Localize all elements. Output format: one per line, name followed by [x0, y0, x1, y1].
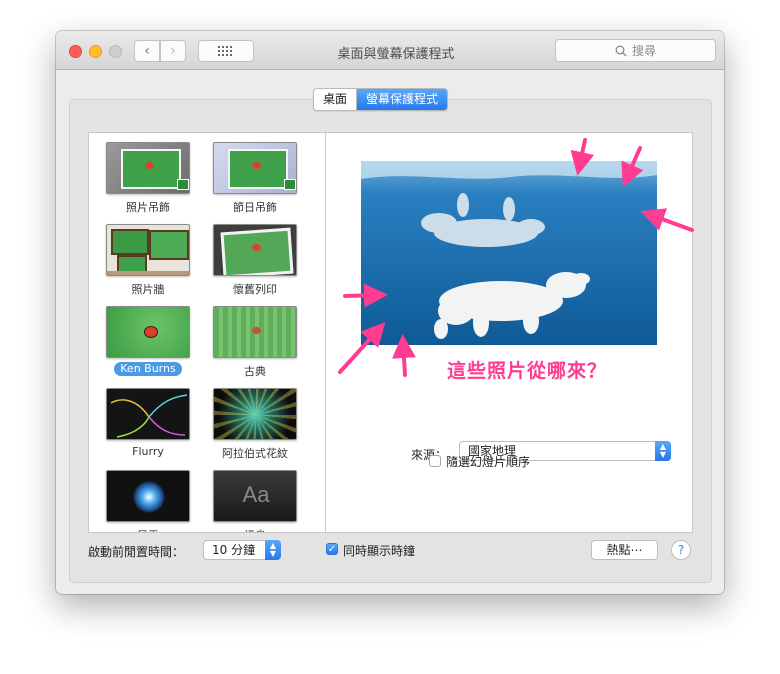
shuffle-checkbox[interactable] [429, 455, 441, 467]
idle-time-value: 10 分鐘 [212, 543, 256, 557]
saver-label: 星雲 [98, 527, 198, 532]
saver-label: 懷舊列印 [233, 283, 277, 296]
chevron-left-icon: ‹ [144, 43, 150, 59]
idle-time-select[interactable]: 10 分鐘 ▲ ▼ [203, 540, 281, 560]
saver-item[interactable]: 照片吊飾 [98, 142, 198, 224]
updown-arrows-icon: ▲ ▼ [265, 540, 281, 560]
help-button[interactable]: ? [671, 540, 691, 560]
search-field[interactable]: 搜尋 [555, 39, 716, 62]
chevron-right-icon: › [170, 43, 176, 59]
saver-thumbnail [213, 142, 297, 194]
saver-label: 節日吊飾 [233, 201, 277, 214]
updown-arrows-icon: ▲ ▼ [655, 441, 671, 461]
saver-label: Flurry [132, 445, 164, 458]
saver-item[interactable]: 星雲 [98, 470, 198, 532]
saver-thumbnail [106, 142, 190, 194]
tab-screensaver[interactable]: 螢幕保護程式 [357, 89, 448, 110]
zoom-button[interactable] [109, 45, 122, 58]
saver-thumbnail [106, 306, 190, 358]
saver-item[interactable]: Ken Burns [98, 306, 198, 388]
grid-icon [218, 46, 232, 56]
polar-bear-photo [361, 161, 657, 345]
checkmark-icon: ✓ [327, 544, 337, 555]
idle-time-label: 啟動前閒置時間： [88, 545, 185, 559]
saver-label: 阿拉伯式花紋 [222, 447, 288, 460]
annotation-text: 這些照片從哪來？ [447, 360, 608, 382]
window-title: 桌面與螢幕保護程式 [337, 47, 455, 62]
search-placeholder: 搜尋 [631, 44, 656, 58]
saver-thumbnail [106, 388, 190, 440]
tab-desktop[interactable]: 桌面 [314, 89, 358, 110]
screensaver-list[interactable]: 照片吊飾 節日吊飾 照片牆 懷舊列印 Ken Burns 古典 Flurry 阿… [89, 133, 326, 532]
saver-item[interactable]: 照片牆 [98, 224, 198, 306]
show-all-button[interactable] [198, 40, 254, 62]
forward-button[interactable]: › [160, 40, 186, 62]
saver-label: 照片吊飾 [126, 201, 170, 214]
search-icon [615, 45, 627, 56]
tab-control: 桌面 螢幕保護程式 [313, 88, 449, 111]
hot-corners-button[interactable]: 熱點⋯ [591, 540, 658, 560]
message-glyph: Aa [242, 482, 270, 507]
flurry-graphic [110, 394, 188, 438]
saver-label: 照片牆 [131, 283, 165, 296]
minimize-button[interactable] [89, 45, 102, 58]
show-clock-checkbox[interactable]: ✓ [326, 543, 338, 555]
title-bar: ‹ › 桌面與螢幕保護程式 搜尋 [56, 31, 724, 70]
saver-thumbnail [213, 224, 297, 276]
saver-item[interactable]: 節日吊飾 [205, 142, 305, 224]
saver-thumbnail [213, 388, 297, 440]
shuffle-label: 隨選幻燈片順序 [446, 455, 531, 469]
show-clock-label: 同時顯示時鐘 [343, 544, 416, 558]
close-button[interactable] [69, 45, 82, 58]
screensaver-preview [361, 161, 657, 345]
saver-item[interactable]: 古典 [205, 306, 305, 388]
saver-label: 古典 [244, 365, 266, 378]
saver-label: 訊息 [205, 527, 305, 532]
saver-item[interactable]: Flurry [98, 388, 198, 470]
saver-thumbnail: Aa [213, 470, 297, 522]
saver-item[interactable]: Aa 訊息 [205, 470, 305, 532]
saver-item[interactable]: 懷舊列印 [205, 224, 305, 306]
back-button[interactable]: ‹ [134, 40, 160, 62]
saver-item[interactable]: 阿拉伯式花紋 [205, 388, 305, 470]
saver-label-selected: Ken Burns [114, 362, 182, 376]
saver-thumbnail [106, 224, 190, 276]
saver-thumbnail [213, 306, 297, 358]
saver-thumbnail [106, 470, 190, 522]
